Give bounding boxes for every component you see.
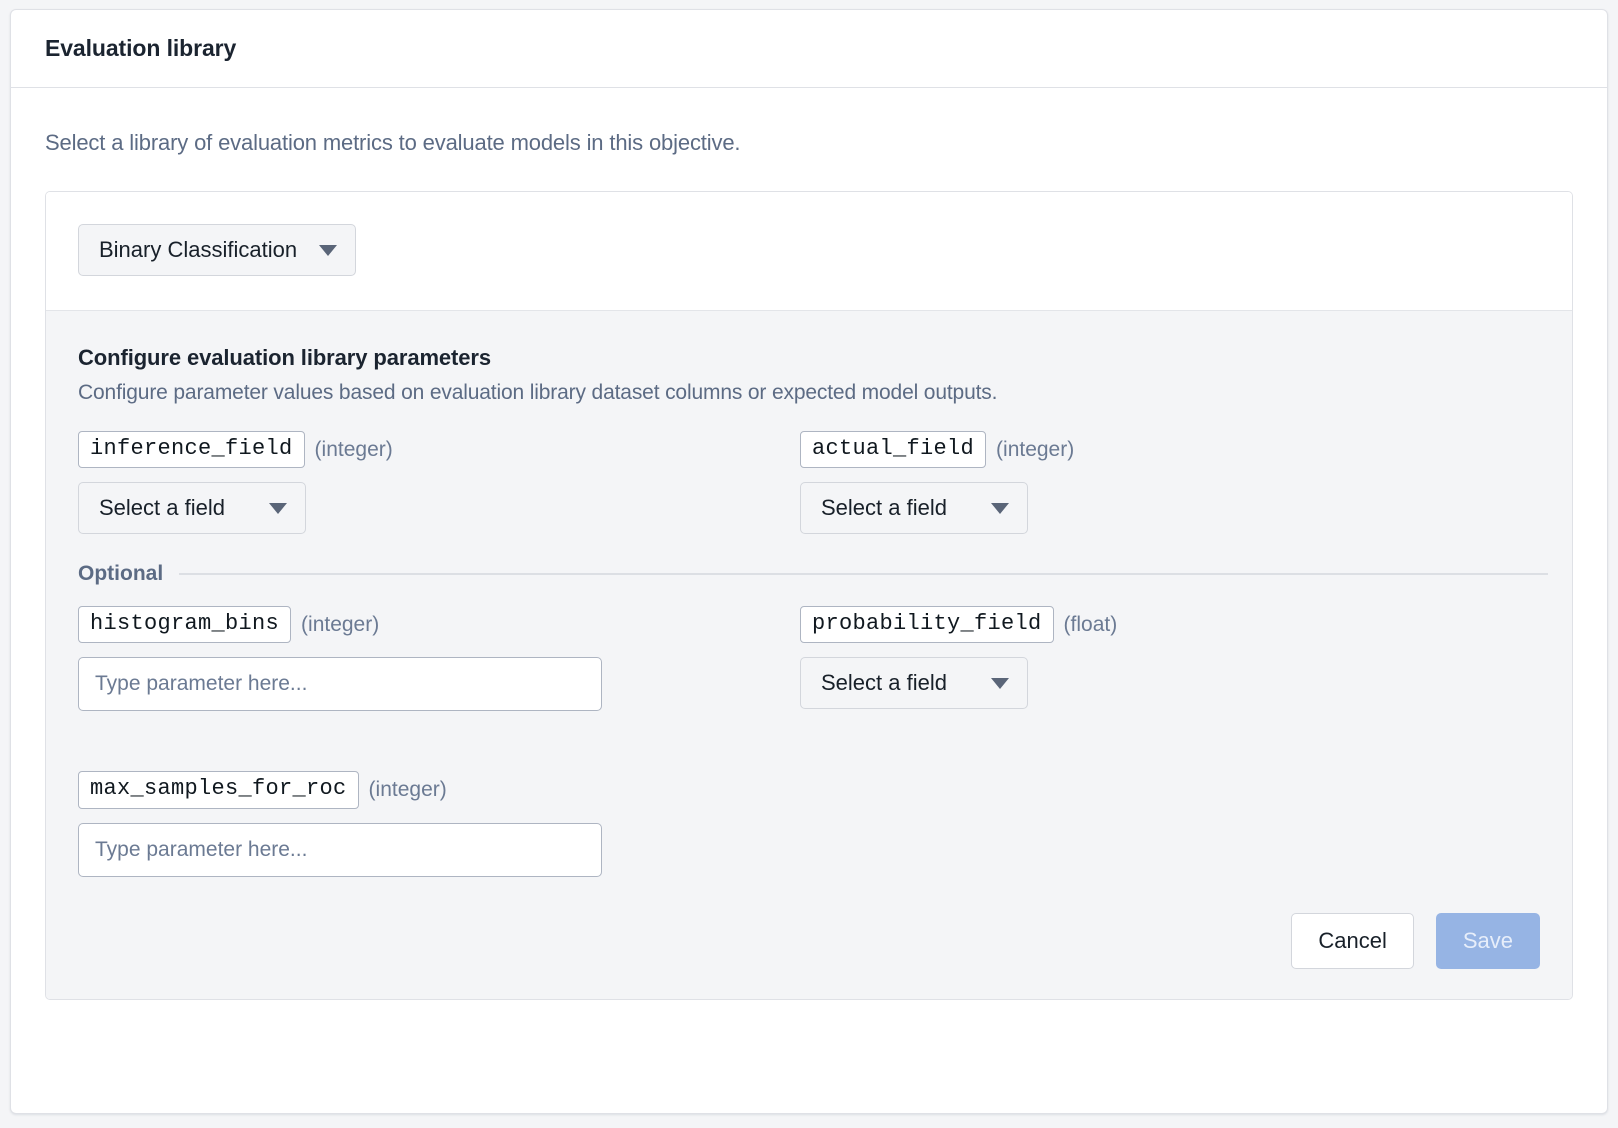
param-type-label: (float) xyxy=(1063,612,1118,636)
chevron-down-icon xyxy=(319,244,338,256)
param-name-label: inference_field xyxy=(78,431,305,469)
histogram-bins-input[interactable] xyxy=(78,657,602,712)
param-header: inference_field (integer) xyxy=(78,431,800,469)
param-type-label: (integer) xyxy=(368,777,447,801)
optional-divider-label: Optional xyxy=(78,562,164,586)
parameters-subtitle: Configure parameter values based on eval… xyxy=(78,381,998,404)
param-name-label: max_samples_for_roc xyxy=(78,771,359,809)
probability-field-select-label: Select a field xyxy=(821,670,947,696)
library-selector-row: Binary Classification xyxy=(46,192,1572,310)
cancel-button[interactable]: Cancel xyxy=(1291,912,1414,969)
optional-divider: Optional xyxy=(78,562,1548,586)
param-type-label: (integer) xyxy=(314,437,393,461)
optional-params-grid-2: max_samples_for_roc (integer) xyxy=(78,771,1540,882)
param-actual-field: actual_field (integer) Select a field xyxy=(800,431,1540,535)
param-header: max_samples_for_roc (integer) xyxy=(78,771,800,809)
library-config-panel: Binary Classification Configure evaluati… xyxy=(45,191,1573,1000)
chevron-down-icon xyxy=(269,502,287,514)
page-title: Evaluation library xyxy=(45,35,237,61)
parameters-panel: Configure evaluation library parameters … xyxy=(46,310,1572,999)
actual-field-select-label: Select a field xyxy=(821,495,947,521)
inference-field-select[interactable]: Select a field xyxy=(78,482,306,535)
evaluation-library-card: Evaluation library Select a library of e… xyxy=(10,9,1608,1114)
param-inference-field: inference_field (integer) Select a field xyxy=(78,431,800,535)
grid-spacer xyxy=(78,717,1540,771)
divider-line xyxy=(179,573,1548,576)
param-header: histogram_bins (integer) xyxy=(78,606,800,644)
param-probability-field: probability_field (float) Select a field xyxy=(800,606,1540,711)
param-max-samples-for-roc: max_samples_for_roc (integer) xyxy=(78,771,800,877)
chevron-down-icon xyxy=(991,502,1009,514)
save-button[interactable]: Save xyxy=(1435,912,1540,969)
max-samples-for-roc-input[interactable] xyxy=(78,822,602,877)
optional-params-grid: histogram_bins (integer) probability_fie… xyxy=(78,606,1540,717)
card-header: Evaluation library xyxy=(11,10,1607,88)
card-body: Select a library of evaluation metrics t… xyxy=(11,88,1607,1000)
param-type-label: (integer) xyxy=(301,612,380,636)
param-type-label: (integer) xyxy=(996,437,1075,461)
parameters-title: Configure evaluation library parameters xyxy=(78,345,492,370)
inference-field-select-label: Select a field xyxy=(99,495,225,521)
param-header: actual_field (integer) xyxy=(800,431,1540,469)
actual-field-select[interactable]: Select a field xyxy=(800,482,1028,535)
grid-empty-cell xyxy=(800,771,1540,882)
panel-actions: Cancel Save xyxy=(78,912,1540,969)
required-params-grid: inference_field (integer) Select a field… xyxy=(78,431,1540,540)
param-header: probability_field (float) xyxy=(800,606,1540,644)
param-name-label: probability_field xyxy=(800,606,1054,644)
chevron-down-icon xyxy=(991,677,1009,689)
probability-field-select[interactable]: Select a field xyxy=(800,657,1028,710)
param-histogram-bins: histogram_bins (integer) xyxy=(78,606,800,712)
intro-description: Select a library of evaluation metrics t… xyxy=(45,130,741,155)
param-name-label: histogram_bins xyxy=(78,606,292,644)
evaluation-library-dropdown[interactable]: Binary Classification xyxy=(78,224,357,276)
evaluation-library-dropdown-label: Binary Classification xyxy=(99,237,298,262)
param-name-label: actual_field xyxy=(800,431,987,469)
